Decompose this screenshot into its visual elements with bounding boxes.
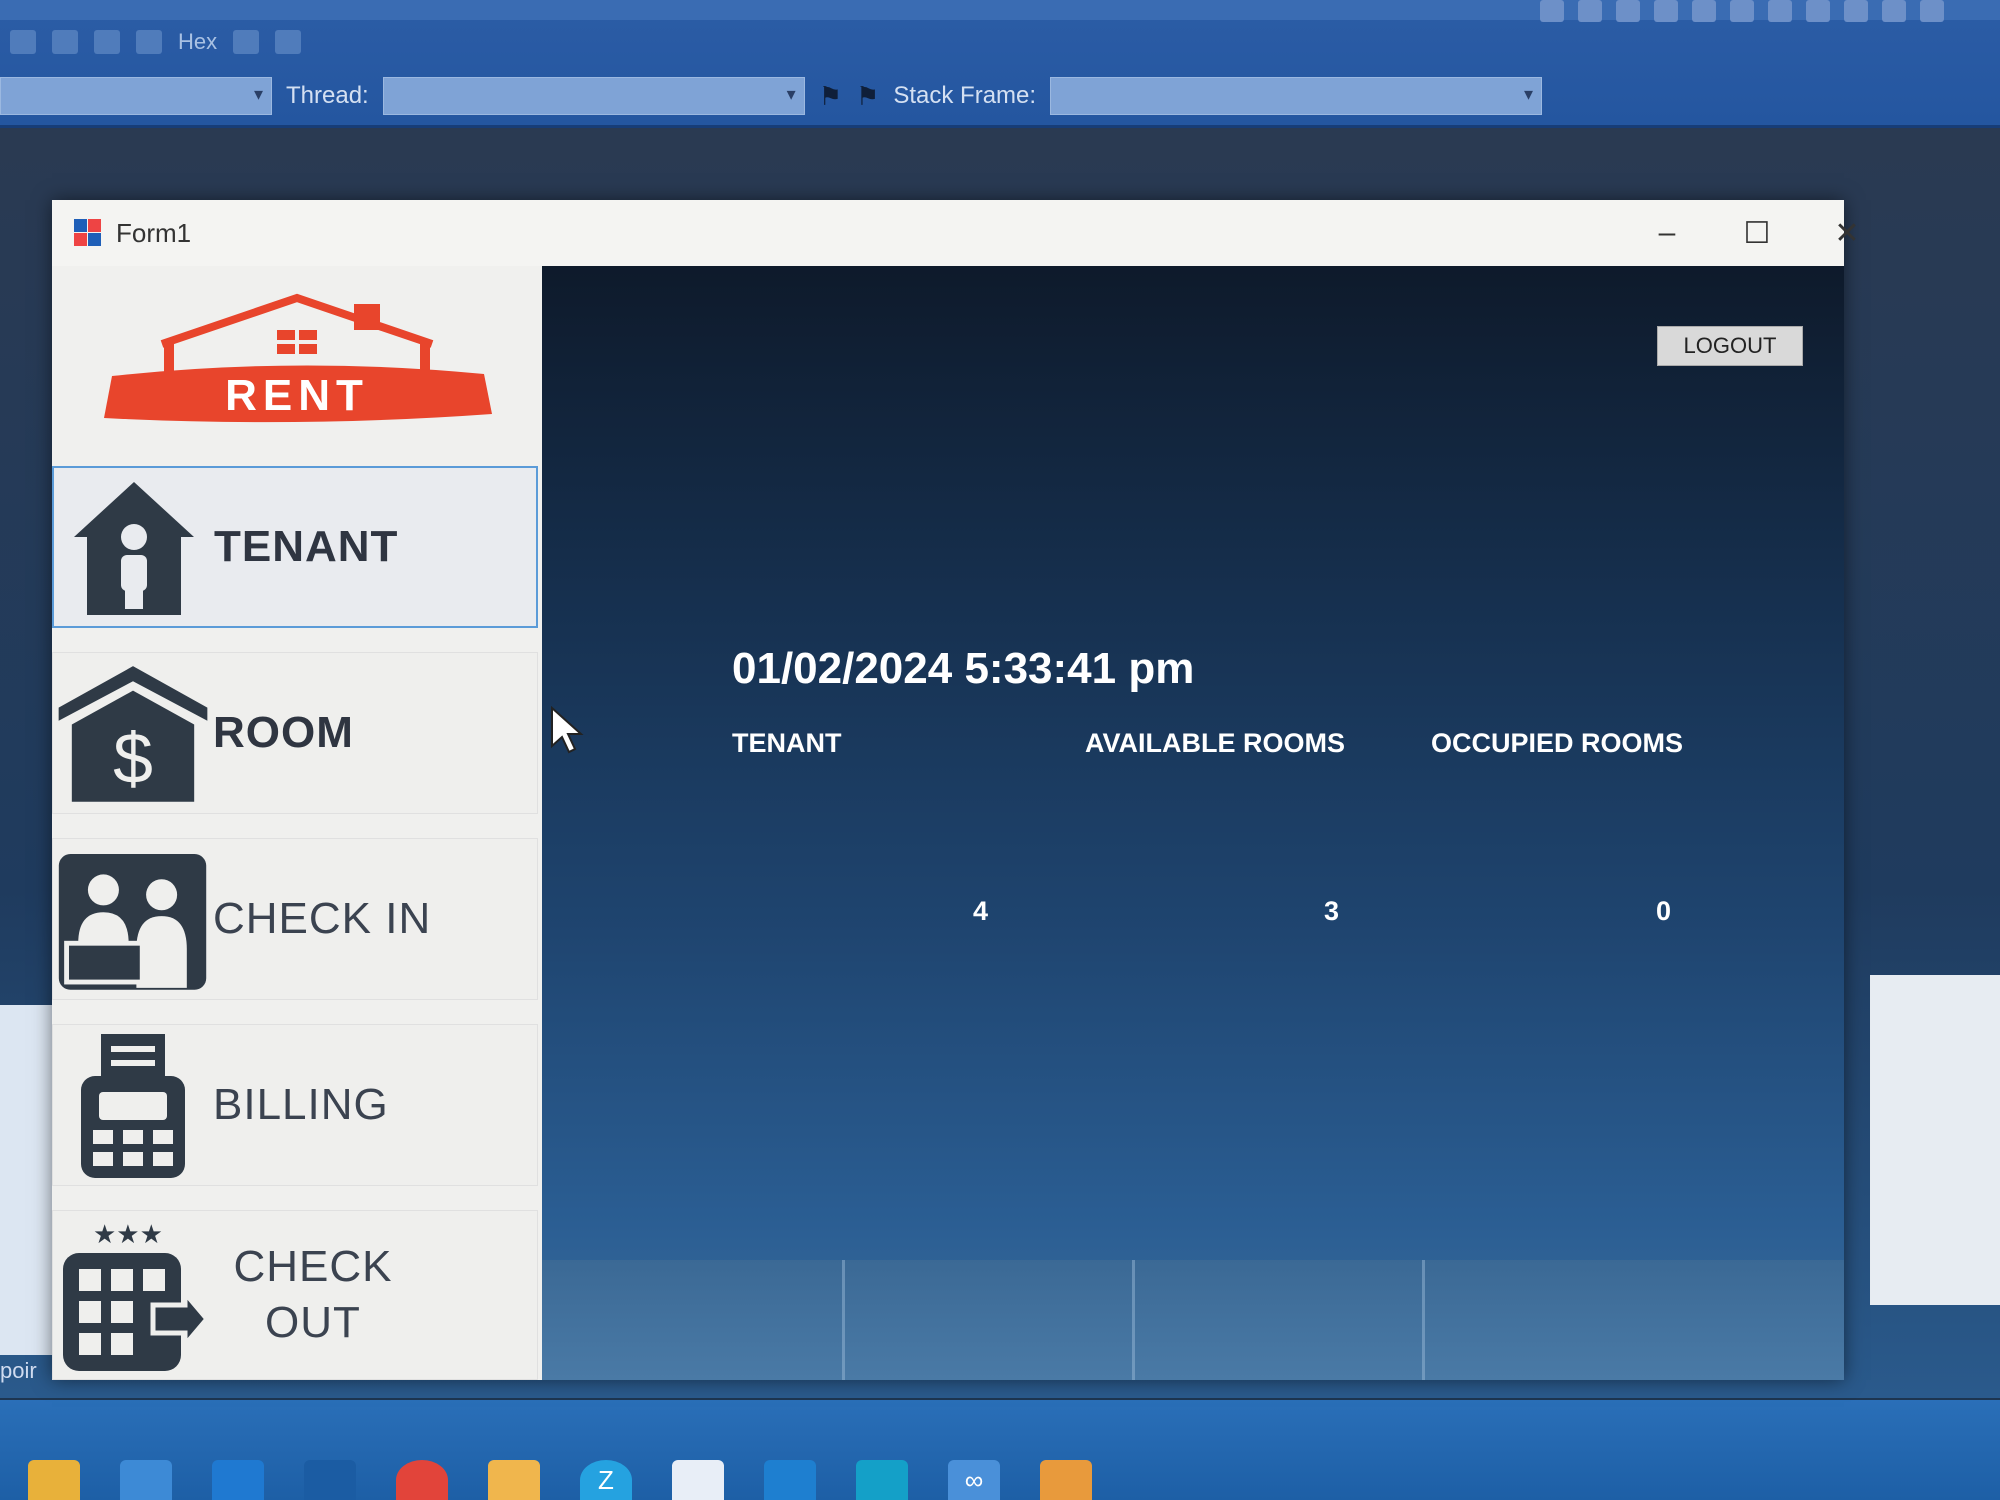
nav-label-check-in: CHECK IN — [213, 894, 432, 943]
nav-item-check-out[interactable]: ★★★ CHECK OUT — [52, 1210, 538, 1380]
rent-logo: RENT — [104, 293, 492, 423]
ide-debug-toolbar: Hex — [0, 22, 440, 62]
process-dropdown[interactable] — [0, 77, 272, 115]
close-icon[interactable]: ✕ — [1812, 210, 1882, 256]
hex-toggle[interactable]: Hex — [178, 29, 217, 55]
toolbar-button[interactable] — [1882, 0, 1906, 22]
floor-line — [1132, 1260, 1135, 1380]
zoom-icon[interactable]: Z — [580, 1460, 632, 1500]
window-titlebar[interactable]: Form1 – ☐ ✕ — [52, 200, 1860, 266]
thread-dropdown[interactable] — [382, 77, 805, 115]
logout-button[interactable]: LOGOUT — [1657, 326, 1803, 366]
nav-item-check-in[interactable]: CHECK IN — [52, 838, 538, 1000]
toolbar-button[interactable] — [1806, 0, 1830, 22]
logo-text: RENT — [225, 371, 369, 420]
toolbar-button[interactable] — [1616, 0, 1640, 22]
toolbar-button[interactable] — [1654, 0, 1678, 22]
check-out-hotel-icon: ★★★ — [53, 1220, 213, 1371]
nav-item-tenant[interactable]: TENANT — [52, 466, 538, 628]
toolbar-button[interactable] — [1578, 0, 1602, 22]
stat-label-available-rooms: AVAILABLE ROOMS — [1085, 728, 1345, 758]
store-icon[interactable] — [120, 1460, 172, 1500]
paint-icon[interactable] — [1040, 1460, 1092, 1500]
outlook-icon[interactable] — [764, 1460, 816, 1500]
mail-icon[interactable] — [212, 1460, 264, 1500]
stack-frame-label: Stack Frame: — [893, 82, 1037, 109]
toolbar-button[interactable] — [1920, 0, 1944, 22]
stack-frame-dropdown[interactable] — [1050, 77, 1543, 115]
billing-terminal-icon — [53, 1030, 213, 1180]
solitaire-icon[interactable] — [672, 1460, 724, 1500]
app-icon[interactable] — [488, 1460, 540, 1500]
brackets-icon[interactable] — [856, 1460, 908, 1500]
window-app-icon — [74, 219, 102, 247]
dashboard-panel: LOGOUT 01/02/2024 5:33:41 pm TENANT AVAI… — [542, 266, 1844, 1380]
nav-label-billing: BILLING — [213, 1080, 389, 1129]
sidebar: RENT TENANT $ ROOM CHECK IN BILLING ★★★ … — [52, 266, 542, 1380]
ide-status-text: poir — [0, 1358, 37, 1383]
room-dollar-icon: $ — [53, 658, 213, 808]
toolbar-button[interactable] — [52, 30, 78, 54]
toolbar-button[interactable] — [1844, 0, 1868, 22]
toolbar-button[interactable] — [94, 30, 120, 54]
flag-icon[interactable]: ⚑ — [819, 81, 842, 112]
infinity-icon[interactable]: ∞ — [948, 1460, 1000, 1500]
toolbar-button[interactable] — [233, 30, 260, 54]
stat-value-occupied-rooms: 0 — [1656, 896, 1672, 926]
ide-right-toolbar — [1540, 0, 1944, 22]
datetime-label: 01/02/2024 5:33:41 pm — [732, 644, 1195, 693]
nav-label-tenant: TENANT — [214, 522, 399, 571]
window-title: Form1 — [116, 217, 192, 248]
stat-value-tenant: 4 — [973, 896, 989, 926]
toolbar-button[interactable] — [1730, 0, 1754, 22]
ide-thread-toolbar: Thread: ⚑ ⚑ Stack Frame: — [0, 72, 1610, 120]
check-in-people-icon — [53, 844, 213, 994]
floor-line — [1422, 1260, 1425, 1380]
toolbar-button[interactable] — [1692, 0, 1716, 22]
toolbar-button[interactable] — [1768, 0, 1792, 22]
mouse-cursor-icon — [551, 706, 584, 754]
nav-label-check-out: CHECK OUT — [233, 1242, 393, 1347]
app-icon[interactable] — [304, 1460, 356, 1500]
toolbar-button[interactable] — [10, 30, 36, 54]
toolbar-button[interactable] — [1540, 0, 1564, 22]
stat-label-tenant: TENANT — [732, 728, 842, 758]
ide-left-panel — [0, 1005, 55, 1355]
floor-line — [842, 1260, 845, 1380]
tenant-house-icon — [54, 472, 214, 622]
nav-label-room: ROOM — [213, 708, 354, 757]
form1-window: Form1 – ☐ ✕ RENT TENANT $ ROOM CHECK IN … — [52, 200, 1860, 1380]
taskbar: Z ∞ — [0, 1400, 2000, 1500]
maximize-icon[interactable]: ☐ — [1722, 210, 1792, 256]
toolbar-button[interactable] — [275, 30, 302, 54]
nav-item-room[interactable]: $ ROOM — [52, 652, 538, 814]
ide-side-panel — [1870, 975, 2000, 1305]
nav-item-billing[interactable]: BILLING — [52, 1024, 538, 1186]
ide-toolbar-area: Hex Thread: ⚑ ⚑ Stack Frame: — [0, 0, 2000, 128]
minimize-icon[interactable]: – — [1632, 210, 1702, 256]
svg-text:★★★: ★★★ — [93, 1220, 163, 1250]
file-explorer-icon[interactable] — [28, 1460, 80, 1500]
floor-background — [542, 1260, 1844, 1380]
stat-value-available-rooms: 3 — [1324, 896, 1340, 926]
chrome-icon[interactable] — [396, 1460, 448, 1500]
stat-label-occupied-rooms: OCCUPIED ROOMS — [1431, 728, 1684, 758]
globe-icon[interactable] — [136, 30, 162, 54]
flag-all-threads-icon[interactable]: ⚑ — [856, 81, 879, 112]
svg-text:$: $ — [113, 719, 153, 799]
thread-label: Thread: — [286, 82, 369, 109]
